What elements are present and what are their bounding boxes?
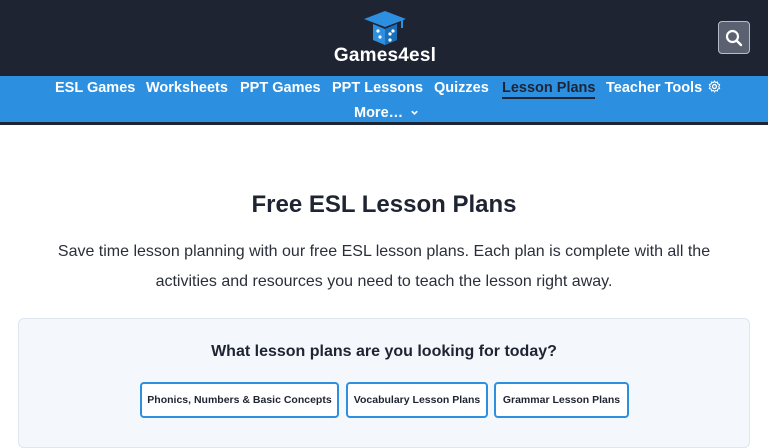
nav-item-teacher-tools[interactable]: Teacher Tools [606, 80, 721, 96]
nav-item-teacher-tools-label: Teacher Tools [606, 80, 703, 96]
graduation-cap-dice-icon [364, 11, 406, 45]
chevron-down-icon [411, 110, 418, 115]
nav-item-worksheets[interactable]: Worksheets [146, 80, 228, 96]
nav-item-ppt-games[interactable]: PPT Games [240, 80, 321, 96]
logo-text: Games4esl [333, 45, 437, 66]
finder-question: What lesson plans are you looking for to… [211, 343, 557, 360]
nav-more-label: More… [354, 105, 404, 121]
search-icon [725, 29, 743, 46]
option-phonics-numbers-basic[interactable]: Phonics, Numbers & Basic Concepts [140, 382, 339, 418]
lesson-plan-finder: What lesson plans are you looking for to… [18, 318, 750, 448]
option-vocabulary-lesson-plans[interactable]: Vocabulary Lesson Plans [346, 382, 488, 418]
nav-item-ppt-lessons[interactable]: PPT Lessons [332, 80, 423, 96]
nav-item-quizzes[interactable]: Quizzes [434, 80, 489, 96]
nav-item-lesson-plans[interactable]: Lesson Plans [502, 80, 596, 99]
gear-icon [708, 80, 721, 93]
nav-item-esl-games[interactable]: ESL Games [55, 80, 135, 96]
nav-more-menu[interactable]: More… [354, 105, 419, 121]
nav-row: ESL Games Worksheets PPT Games PPT Lesso… [0, 80, 768, 102]
search-button[interactable] [718, 21, 750, 54]
page-title: Free ESL Lesson Plans [251, 191, 517, 218]
option-grammar-lesson-plans[interactable]: Grammar Lesson Plans [494, 382, 629, 418]
site-logo[interactable]: Games4esl [330, 10, 440, 68]
main-nav: ESL Games Worksheets PPT Games PPT Lesso… [0, 76, 768, 125]
site-header: Games4esl [0, 0, 768, 76]
intro-text: Save time lesson planning with our free … [57, 243, 711, 290]
